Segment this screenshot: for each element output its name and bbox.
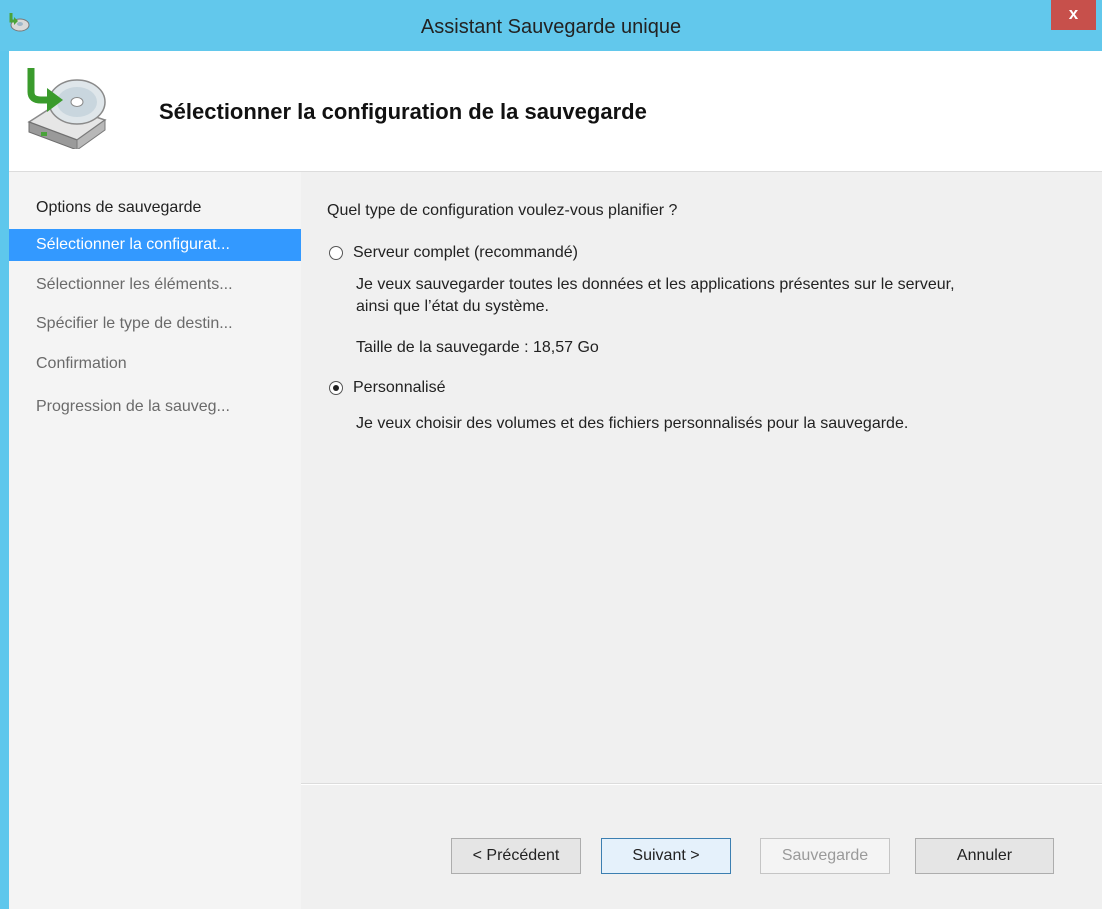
window-title: Assistant Sauvegarde unique [420,16,682,38]
footer-divider-highlight [301,784,1102,785]
client-area: Sélectionner la configuration de la sauv… [9,51,1102,909]
custom-description: Je veux choisir des volumes et des fichi… [356,415,909,432]
nav-step-confirmation: Confirmation [36,355,127,372]
custom-option[interactable]: Personnalisé [329,379,446,397]
nav-step-destination-type: Spécifier le type de destin... [36,315,233,332]
custom-radio[interactable] [329,381,343,395]
full-server-description: Je veux sauvegarder toutes les données e… [356,274,1076,318]
cancel-button[interactable]: Annuler [915,838,1054,874]
nav-step-select-configuration[interactable]: Sélectionner la configurat... [9,229,301,261]
backup-button[interactable]: Sauvegarde [760,838,890,874]
full-server-description-line2: ainsi que l’état du système. [356,298,549,315]
full-server-option[interactable]: Serveur complet (recommandé) [329,244,578,262]
full-server-description-line1: Je veux sauvegarder toutes les données e… [356,276,955,293]
configuration-question: Quel type de configuration voulez-vous p… [327,202,678,219]
backup-size-text: Taille de la sauvegarde : 18,57 Go [356,339,599,356]
wizard-steps-nav: Options de sauvegarde Sélectionner la co… [9,172,302,909]
nav-step-progress: Progression de la sauveg... [36,398,230,415]
next-button[interactable]: Suivant > [601,838,731,874]
wizard-window: Assistant Sauvegarde unique x Sélectionn… [0,0,1102,909]
full-server-radio[interactable] [329,246,343,260]
nav-step-select-items: Sélectionner les éléments... [36,276,233,293]
main-pane: Quel type de configuration voulez-vous p… [301,172,1102,909]
disk-backup-arrow-icon [27,68,107,149]
custom-label: Personnalisé [353,379,446,396]
close-button[interactable]: x [1051,0,1096,30]
title-bar[interactable]: Assistant Sauvegarde unique x [0,0,1102,51]
radio-selected-dot [333,385,339,391]
page-title: Sélectionner la configuration de la sauv… [159,99,647,124]
wizard-header: Sélectionner la configuration de la sauv… [9,51,1102,172]
full-server-label: Serveur complet (recommandé) [353,244,578,261]
nav-step-backup-options[interactable]: Options de sauvegarde [9,192,301,224]
previous-button[interactable]: < Précédent [451,838,581,874]
